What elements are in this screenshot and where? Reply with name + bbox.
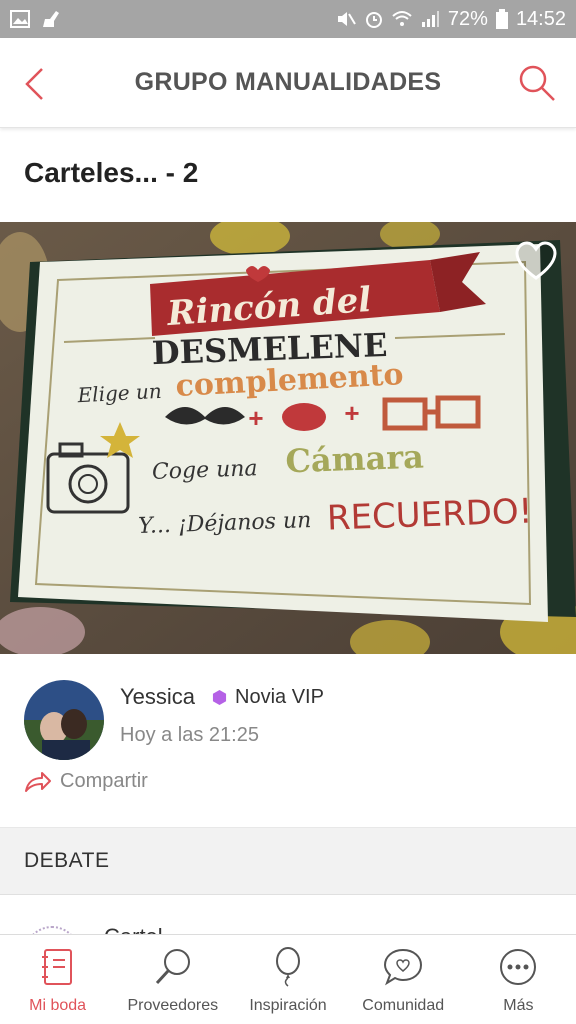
search-button[interactable] [516, 62, 558, 104]
image-text-line4b: Cámara [285, 438, 425, 481]
image-text-line3a: Elige un [76, 379, 162, 407]
more-icon [500, 949, 537, 985]
heart-icon [515, 241, 557, 280]
image-text-line5b: RECUERDO! [326, 491, 533, 538]
debate-heading: DEBATE [0, 827, 576, 895]
favorite-button[interactable] [514, 240, 558, 284]
hexagon-icon [212, 690, 227, 705]
nav-label: Comunidad [362, 997, 445, 1014]
nav-label: Más [503, 997, 534, 1014]
status-bar: 72% 14:52 [0, 0, 576, 38]
wifi-icon [392, 11, 412, 26]
clock: 14:52 [515, 7, 566, 30]
svg-text:+: + [248, 403, 263, 433]
notebook-icon [41, 949, 72, 985]
page-title: GRUPO MANUALIDADES [134, 68, 442, 96]
image-text-line4a: Coge una [152, 456, 258, 485]
battery-icon [495, 9, 508, 29]
vip-badge-label: Novia VIP [235, 686, 324, 708]
magnifier-icon [155, 949, 190, 985]
balloon-icon [276, 947, 300, 987]
chat-heart-icon [384, 948, 423, 986]
share-button[interactable]: Compartir [24, 770, 148, 793]
chevron-left-icon [25, 68, 43, 100]
mute-icon [337, 12, 356, 26]
nav-proveedores[interactable]: Proveedores [115, 935, 230, 1024]
author-row[interactable]: Yessica Novia VIP Hoy a las 21:25 [24, 678, 554, 762]
post-time: Hoy a las 21:25 [120, 724, 259, 746]
battery-percent: 72% [447, 7, 488, 30]
signal-icon [421, 11, 439, 27]
author-name[interactable]: Yessica [120, 684, 195, 710]
nav-label: Inspiración [249, 997, 327, 1014]
svg-text:+: + [344, 398, 359, 428]
bottom-navigation: Mi boda Proveedores Inspiración Comunida… [0, 934, 576, 1024]
vip-badge: Novia VIP [212, 686, 324, 709]
nav-label: Proveedores [127, 997, 219, 1014]
broom-icon [43, 11, 59, 27]
nav-comunidad[interactable]: Comunidad [346, 935, 461, 1024]
gallery-icon [10, 10, 30, 28]
nav-mas[interactable]: Más [461, 935, 576, 1024]
nav-inspiracion[interactable]: Inspiración [230, 935, 345, 1024]
post-image[interactable]: Rincón del DESMELENE Elige un complement… [0, 222, 576, 654]
alarm-icon [365, 12, 382, 28]
nav-mi-boda[interactable]: Mi boda [0, 935, 115, 1024]
nav-label: Mi boda [29, 997, 87, 1014]
avatar[interactable] [24, 680, 104, 760]
share-arrow-icon [25, 771, 51, 792]
share-label: Compartir [60, 770, 148, 792]
post-title: Carteles... - 2 [24, 157, 199, 188]
search-icon [519, 65, 555, 101]
app-bar: GRUPO MANUALIDADES [0, 38, 576, 128]
back-button[interactable] [14, 62, 54, 106]
